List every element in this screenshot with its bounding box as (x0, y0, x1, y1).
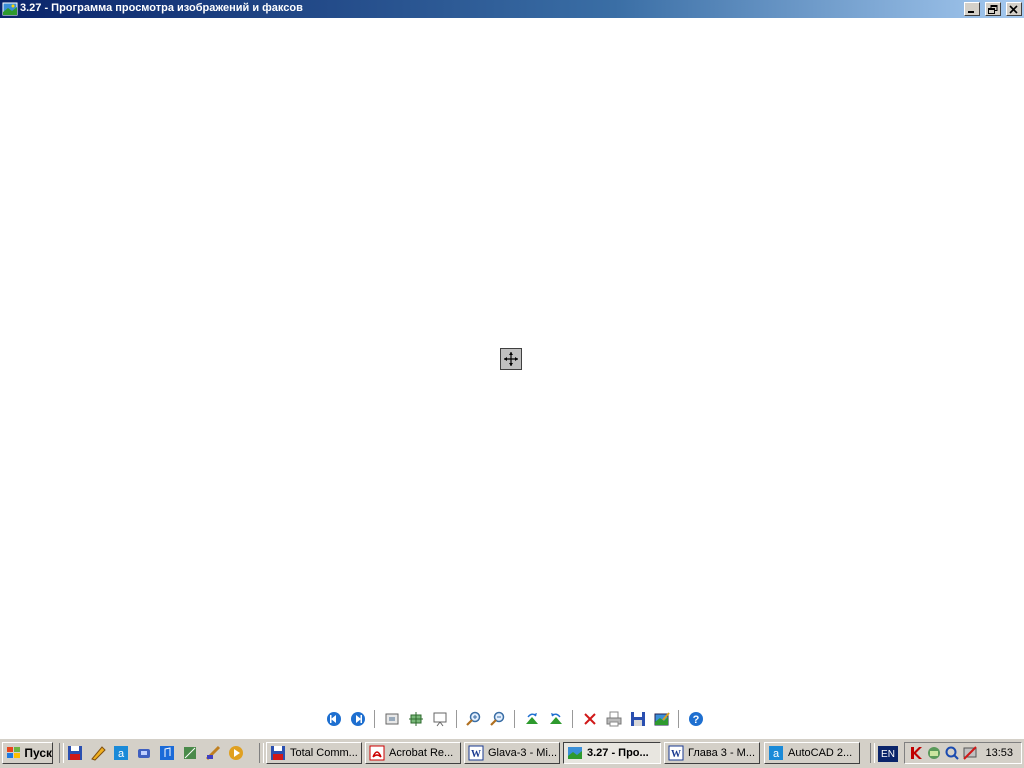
windows-logo-icon (7, 747, 20, 758)
start-label: Пуск (24, 746, 52, 760)
system-tray: 13:53 (904, 742, 1022, 764)
word-icon: W (468, 745, 484, 761)
image-viewer-icon (568, 747, 582, 759)
minimize-button[interactable] (963, 2, 980, 16)
print-icon (606, 711, 622, 727)
quicklaunch-phone[interactable] (135, 744, 153, 762)
svg-text:W: W (671, 749, 681, 760)
help-button[interactable]: ? (685, 708, 707, 730)
recycle-icon[interactable] (926, 745, 942, 761)
delete-button[interactable] (579, 708, 601, 730)
actual-size-icon (409, 712, 423, 726)
kaspersky-icon[interactable] (908, 745, 924, 761)
slideshow-button[interactable] (429, 708, 451, 730)
task-label: Total Comm... (290, 747, 358, 759)
taskbar-item-glava-3-word-2[interactable]: W Глава 3 - M... (664, 742, 760, 764)
tool-icon (205, 745, 221, 761)
media-player-icon (229, 746, 243, 760)
title-bar: 3.27 - Программа просмотра изображений и… (0, 0, 1024, 18)
floppy-icon (271, 746, 285, 760)
save-icon (631, 712, 645, 726)
previous-image-button[interactable] (323, 708, 345, 730)
task-label: 3.27 - Про... (587, 747, 649, 759)
svg-text:W: W (471, 749, 481, 760)
actual-size-button[interactable] (405, 708, 427, 730)
quicklaunch-tool[interactable] (204, 744, 222, 762)
taskbar-item-glava-3-word[interactable]: W Glava-3 - Mi... (464, 742, 560, 764)
close-button[interactable] (1006, 2, 1022, 16)
taskbar: Пуск a Total Comm... Acrobat Re... W Gla… (0, 738, 1024, 768)
rotate-clockwise-button[interactable] (521, 708, 543, 730)
task-label: Acrobat Re... (389, 747, 454, 759)
delete-icon (584, 713, 596, 725)
clock[interactable]: 13:53 (985, 747, 1013, 759)
svg-text:?: ? (693, 714, 700, 726)
taskbar-item-acrobat[interactable]: Acrobat Re... (365, 742, 461, 764)
minimize-icon (967, 11, 974, 13)
edit-button[interactable] (651, 708, 673, 730)
quicklaunch-autocad[interactable]: a (112, 744, 130, 762)
rotate-counterclockwise-icon (550, 713, 562, 724)
print-button[interactable] (603, 708, 625, 730)
quicklaunch-media[interactable] (227, 744, 245, 762)
restore-button[interactable] (984, 2, 1001, 16)
task-label: Glava-3 - Mi... (488, 747, 558, 759)
autocad-icon: a (769, 746, 783, 760)
quicklaunch-music[interactable] (158, 744, 176, 762)
close-icon (1009, 5, 1018, 14)
taskbar-item-total-commander[interactable]: Total Comm... (266, 742, 362, 764)
move-cursor-icon (500, 348, 522, 370)
quicklaunch-total-commander[interactable] (66, 744, 84, 762)
viewer-toolbar: ? (322, 708, 708, 730)
svg-text:a: a (773, 748, 780, 760)
word-icon: W (668, 745, 684, 761)
image-view-area[interactable] (0, 18, 1024, 708)
zoom-in-button[interactable] (463, 708, 485, 730)
slideshow-icon (433, 712, 447, 727)
edit-icon (654, 712, 670, 726)
save-button[interactable] (627, 708, 649, 730)
rotate-clockwise-icon (526, 713, 538, 724)
taskbar-item-autocad[interactable]: a AutoCAD 2... (764, 742, 860, 764)
floppy-icon (68, 746, 82, 760)
search-icon[interactable] (944, 745, 960, 761)
best-fit-icon (385, 713, 399, 725)
svg-text:a: a (118, 748, 125, 760)
autocad-icon: a (114, 746, 128, 760)
phone-icon (138, 749, 150, 758)
zoom-in-icon (466, 711, 481, 726)
zoom-out-icon (490, 711, 505, 726)
language-indicator[interactable]: EN (878, 746, 898, 762)
music-icon (160, 746, 174, 760)
network-disconnected-icon[interactable] (962, 745, 978, 761)
best-fit-button[interactable] (381, 708, 403, 730)
start-button[interactable]: Пуск (2, 742, 53, 764)
zoom-out-button[interactable] (487, 708, 509, 730)
quicklaunch-pencil[interactable] (89, 744, 107, 762)
image-viewer-icon (2, 2, 18, 16)
task-label: AutoCAD 2... (788, 747, 853, 759)
network-icon (184, 747, 196, 759)
next-image-button[interactable] (347, 708, 369, 730)
pencil-icon (91, 746, 106, 761)
acrobat-icon (369, 745, 385, 761)
taskbar-item-image-viewer[interactable]: 3.27 - Про... (563, 742, 661, 764)
window-title: 3.27 - Программа просмотра изображений и… (20, 2, 303, 14)
rotate-counterclockwise-button[interactable] (545, 708, 567, 730)
quicklaunch-network[interactable] (181, 744, 199, 762)
next-image-icon (351, 712, 365, 726)
help-icon: ? (689, 712, 703, 726)
quick-launch: a (66, 744, 250, 762)
restore-icon (987, 5, 998, 14)
task-label: Глава 3 - M... (688, 747, 755, 759)
previous-image-icon (327, 712, 341, 726)
